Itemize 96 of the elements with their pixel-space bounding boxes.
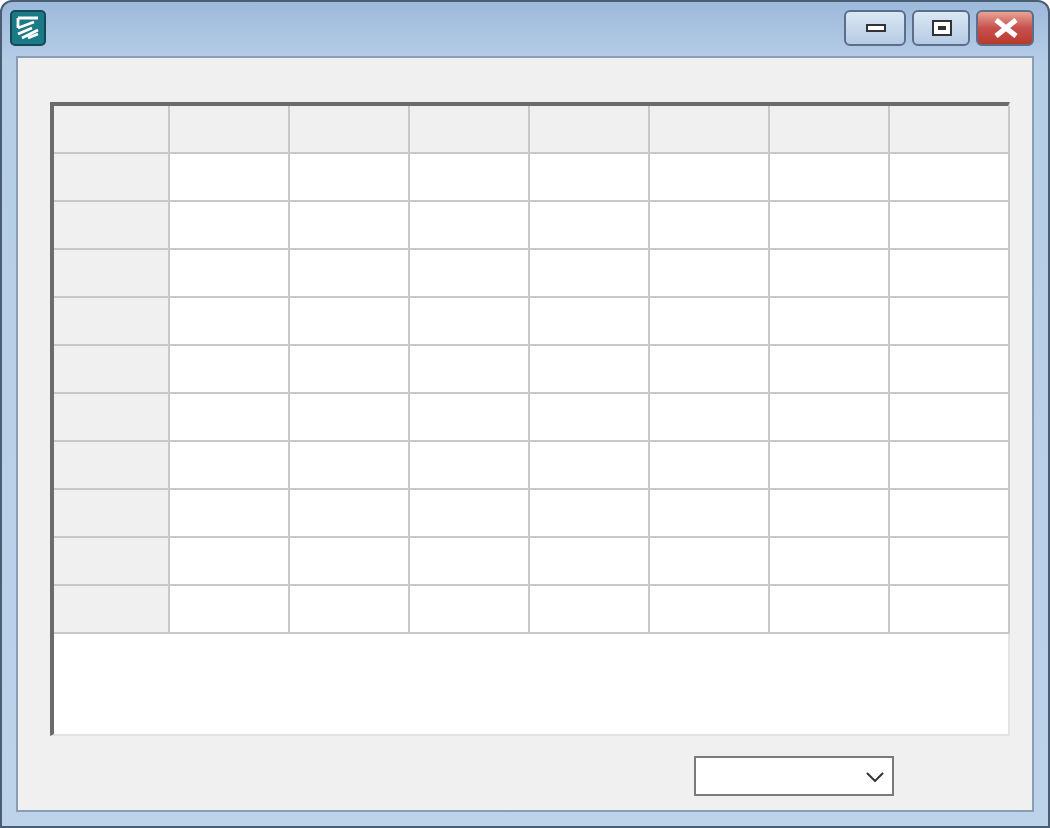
table-cell [650,394,770,442]
table-cell [410,394,530,442]
table-cell [290,202,410,250]
table-cell [890,154,1010,202]
dropdown[interactable] [694,756,894,796]
table-cell [410,298,530,346]
table-cell [530,202,650,250]
table-cell [770,586,890,634]
minimize-button[interactable] [844,10,906,46]
table-cell [770,442,890,490]
row-header [54,202,170,250]
table-cell [770,394,890,442]
table-cell [530,394,650,442]
table-cell [290,490,410,538]
column-header [54,106,170,154]
table-cell [650,442,770,490]
table-cell [170,586,290,634]
table-cell [770,154,890,202]
row-header [54,490,170,538]
table-cell [290,394,410,442]
table-cell [170,154,290,202]
minimize-icon [865,24,885,32]
table-cell [890,442,1010,490]
table-cell [410,442,530,490]
table-cell [530,298,650,346]
table-cell [530,346,650,394]
table-cell [170,298,290,346]
chevron-down-icon [866,771,884,781]
column-header [650,106,770,154]
table-cell [770,346,890,394]
app-icon [10,10,46,46]
table-cell [410,250,530,298]
table-cell [290,298,410,346]
table-cell [890,202,1010,250]
table-cell [770,490,890,538]
table-cell [170,250,290,298]
table-cell [410,586,530,634]
table-cell [170,538,290,586]
table-cell [170,442,290,490]
row-header [54,442,170,490]
table-cell [290,346,410,394]
table-cell [530,154,650,202]
maximize-button[interactable] [912,10,970,46]
table-cell [290,586,410,634]
table-cell [530,586,650,634]
row-header [54,298,170,346]
maximize-icon [931,20,951,36]
table-cell [770,250,890,298]
table-cell [410,154,530,202]
table-cell [650,154,770,202]
table-cell [650,346,770,394]
row-header [54,538,170,586]
table-cell [650,250,770,298]
table-cell [770,202,890,250]
table-cell [170,346,290,394]
table-cell [650,298,770,346]
table-cell [290,250,410,298]
close-button[interactable] [976,10,1034,46]
table-cell [890,346,1010,394]
column-header [410,106,530,154]
table-cell [410,538,530,586]
table-cell [530,490,650,538]
table-cell [890,538,1010,586]
table-cell [290,442,410,490]
table-cell [770,298,890,346]
column-header [890,106,1010,154]
table-cell [290,154,410,202]
close-icon [993,18,1017,38]
table-cell [650,490,770,538]
table-cell [410,346,530,394]
row-header [54,394,170,442]
column-header [530,106,650,154]
table-cell [890,298,1010,346]
table-cell [650,538,770,586]
table-cell [890,394,1010,442]
table-cell [770,538,890,586]
table-cell [530,538,650,586]
row-header [54,586,170,634]
table-cell [170,490,290,538]
table-cell [530,442,650,490]
row-header [54,250,170,298]
column-header [170,106,290,154]
table-cell [170,394,290,442]
table-cell [170,202,290,250]
table-cell [890,490,1010,538]
row-header [54,346,170,394]
table-cell [890,250,1010,298]
row-header [54,154,170,202]
column-header [770,106,890,154]
table-cell [290,538,410,586]
table-cell [530,250,650,298]
table-cell [410,202,530,250]
table-cell [650,202,770,250]
table-cell [650,586,770,634]
table-cell [410,490,530,538]
column-header [290,106,410,154]
